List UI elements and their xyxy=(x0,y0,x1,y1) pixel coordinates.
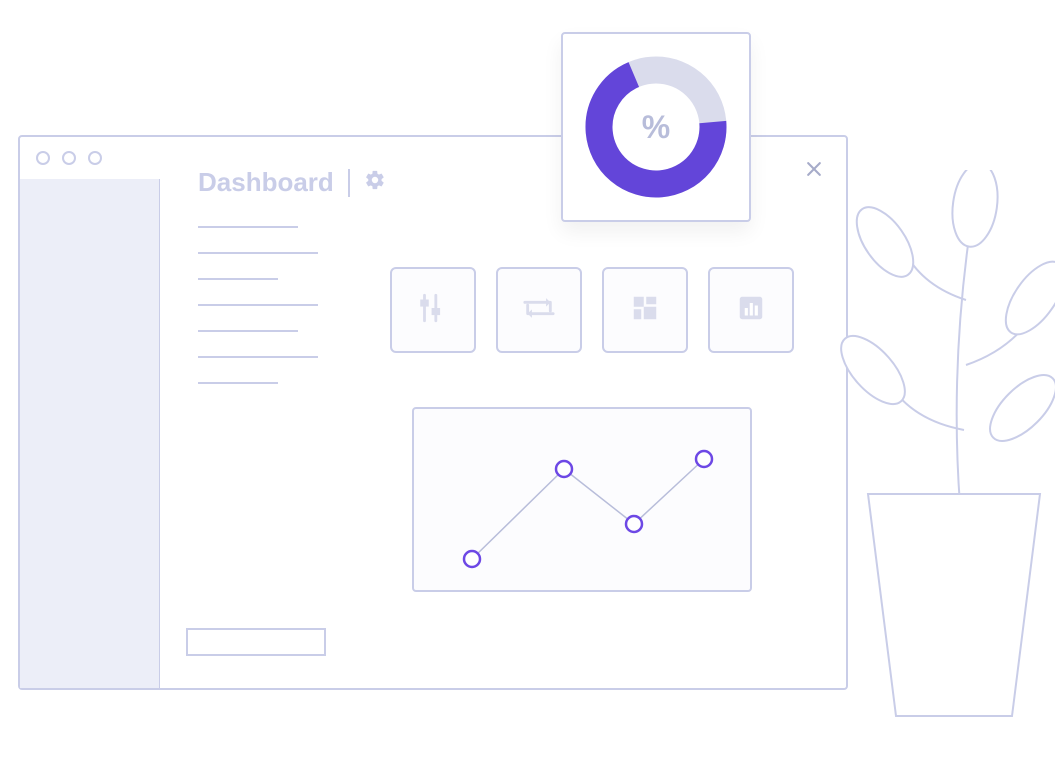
tile-sliders[interactable] xyxy=(390,267,476,353)
sidebar-item[interactable] xyxy=(198,304,318,306)
bar-chart-icon xyxy=(736,293,766,328)
sidebar-item[interactable] xyxy=(198,226,298,228)
tile-repeat[interactable] xyxy=(496,267,582,353)
close-icon[interactable] xyxy=(804,159,824,184)
window-control-close-icon[interactable] xyxy=(36,151,50,165)
sidebar-item[interactable] xyxy=(198,330,298,332)
sidebar-action-button[interactable] xyxy=(186,628,326,656)
sidebar-item[interactable] xyxy=(198,278,278,280)
line-chart-icon xyxy=(414,409,754,594)
window-control-minimize-icon[interactable] xyxy=(62,151,76,165)
gear-icon[interactable] xyxy=(364,169,386,196)
sidebar-menu xyxy=(198,226,338,384)
tile-chart[interactable] xyxy=(708,267,794,353)
grid-icon xyxy=(630,293,660,328)
toolbar-tiles xyxy=(390,267,794,353)
plant-illustration-icon xyxy=(835,170,1055,510)
repeat-icon xyxy=(522,293,556,328)
tile-grid[interactable] xyxy=(602,267,688,353)
window-control-zoom-icon[interactable] xyxy=(88,151,102,165)
donut-label: % xyxy=(642,109,670,146)
page-title: Dashboard xyxy=(198,167,334,198)
donut-card: % xyxy=(561,32,751,222)
sidebar-item[interactable] xyxy=(198,382,278,384)
line-chart-panel xyxy=(412,407,752,592)
sliders-icon xyxy=(416,291,450,330)
sidebar-item[interactable] xyxy=(198,356,318,358)
sidebar-item[interactable] xyxy=(198,252,318,254)
sidebar-panel xyxy=(20,179,160,688)
plant-pot-icon xyxy=(864,490,1044,720)
title-divider xyxy=(348,169,350,197)
